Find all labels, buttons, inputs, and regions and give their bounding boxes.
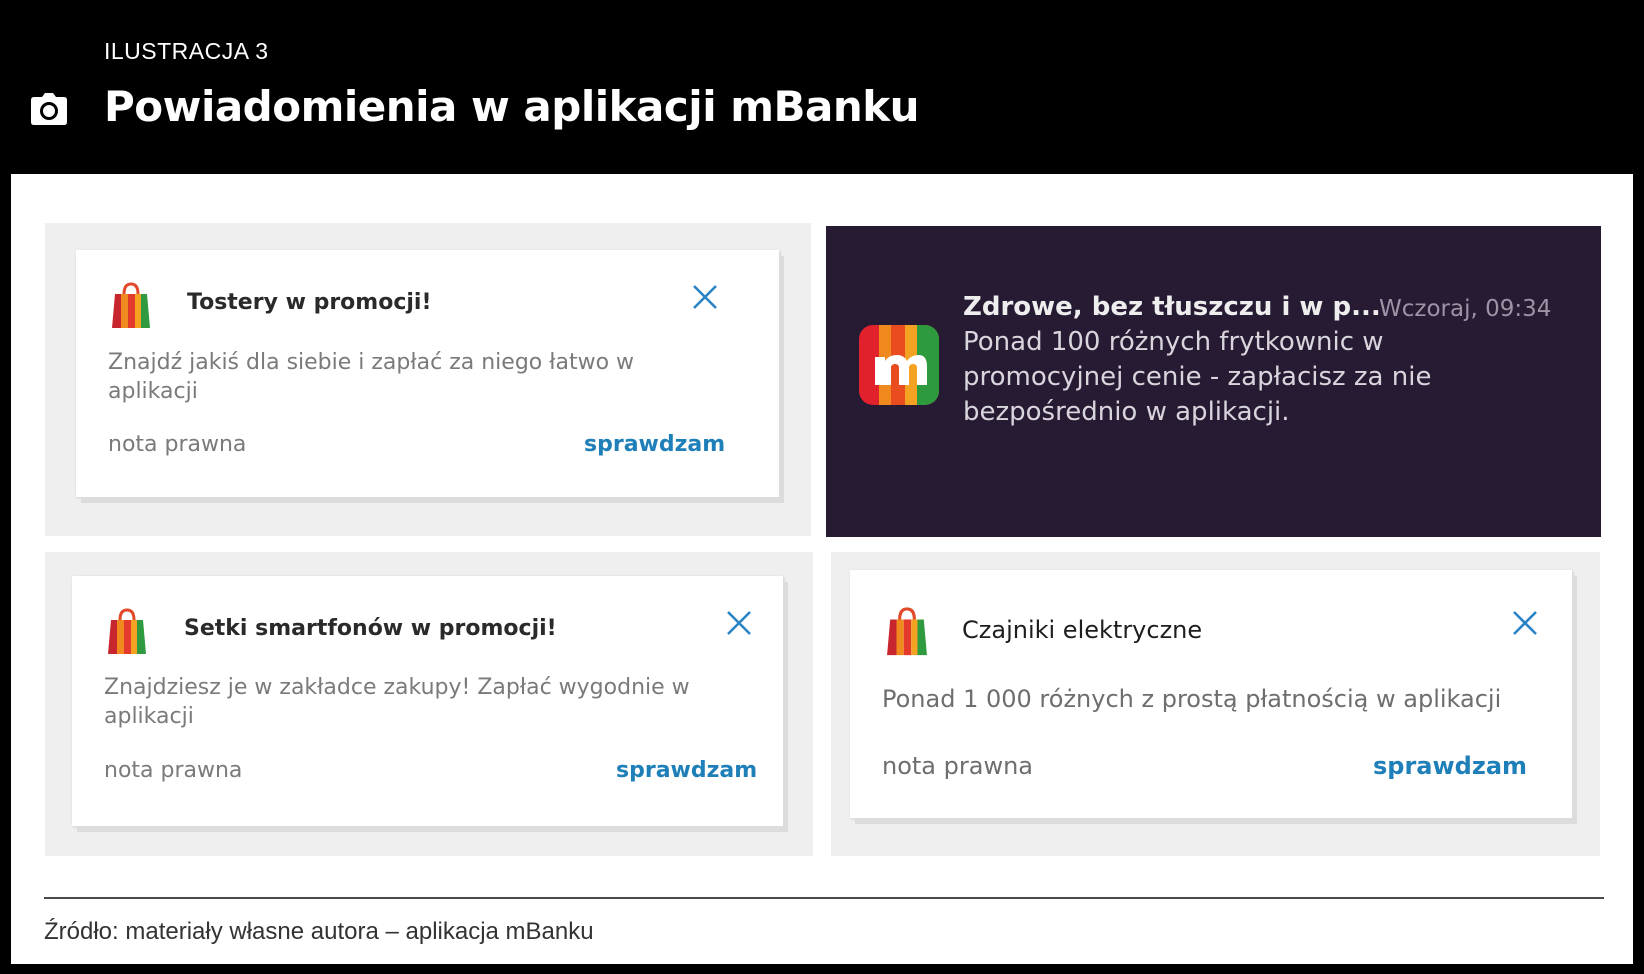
notification-card-smartphones[interactable]: Setki smartfonów w promocji! Znajdziesz … (72, 576, 783, 826)
notification-card-fryers[interactable]: Zdrowe, bez tłuszczu i w p... Wczoraj, 0… (826, 226, 1601, 537)
camera-icon (31, 93, 67, 125)
close-icon[interactable] (1512, 610, 1538, 636)
close-icon[interactable] (692, 284, 718, 310)
notification-title: Zdrowe, bez tłuszczu i w p... (963, 292, 1381, 322)
legal-note-link[interactable]: nota prawna (882, 752, 1033, 780)
close-icon[interactable] (726, 610, 752, 636)
check-button[interactable]: sprawdzam (1373, 752, 1527, 780)
check-button[interactable]: sprawdzam (584, 432, 725, 457)
notification-title: Czajniki elektryczne (962, 616, 1203, 644)
page-title: Powiadomienia w aplikacji mBanku (104, 82, 920, 131)
shopping-bag-icon (108, 608, 146, 654)
notification-body: Ponad 100 różnych frytkownic w promocyjn… (963, 327, 1432, 427)
notification-card-toasters[interactable]: Tostery w promocji! Znajdź jakiś dla sie… (76, 250, 779, 497)
shopping-bag-icon (887, 607, 927, 656)
source-caption: Źródło: materiały własne autora – aplika… (44, 918, 594, 945)
legal-note-link[interactable]: nota prawna (108, 432, 246, 457)
notification-title: Tostery w promocji! (187, 290, 432, 315)
illustration-label: ILUSTRACJA 3 (104, 38, 269, 64)
notification-card-kettles[interactable]: Czajniki elektryczne Ponad 1 000 różnych… (850, 570, 1572, 818)
notification-body: Ponad 1 000 różnych z prostą płatnością … (882, 685, 1502, 713)
legal-note-link[interactable]: nota prawna (104, 758, 242, 783)
illustration-panel: Tostery w promocji! Znajdź jakiś dla sie… (11, 174, 1633, 964)
notification-body: Znajdziesz je w zakładce zakupy! Zapłać … (104, 675, 690, 729)
source-divider (44, 897, 1604, 899)
notification-title: Setki smartfonów w promocji! (184, 616, 557, 641)
notification-timestamp: Wczoraj, 09:34 (1379, 296, 1552, 322)
mbank-app-icon (859, 325, 939, 405)
check-button[interactable]: sprawdzam (616, 758, 757, 783)
notification-body: Znajdź jakiś dla siebie i zapłać za nieg… (108, 350, 635, 404)
shopping-bag-icon (112, 282, 150, 328)
